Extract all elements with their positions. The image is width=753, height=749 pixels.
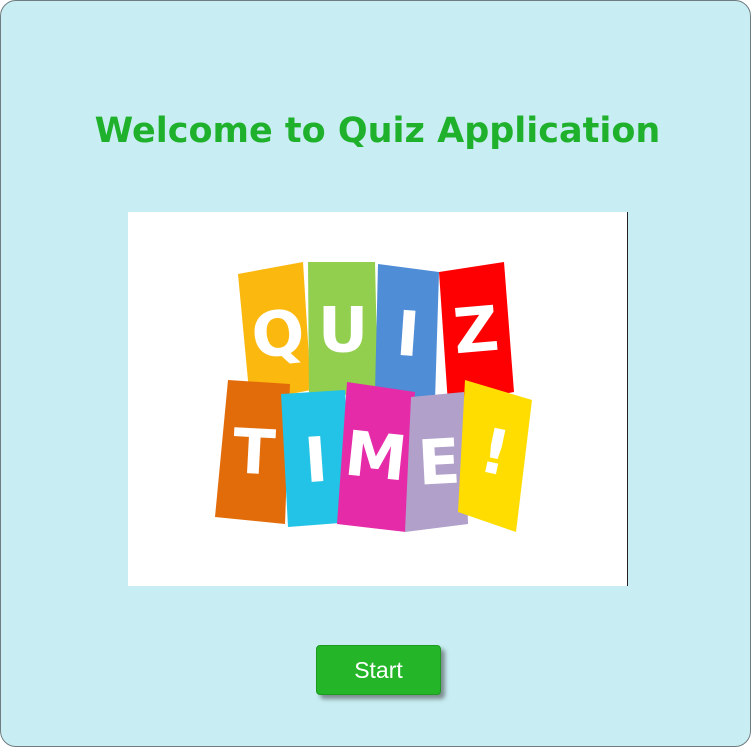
time-letter-1: T — [231, 414, 277, 489]
quiz-welcome-card: Welcome to Quiz Application QUIZ T I M E! S… — [0, 0, 751, 747]
quiz-time-image: QUIZ T I M E! — [128, 212, 628, 586]
time-letter-3: M — [342, 416, 411, 495]
start-button[interactable]: Start — [316, 645, 441, 695]
quiz-letter-1: Q — [248, 295, 308, 373]
quiz-letter-2: U — [318, 294, 368, 367]
quiz-time-graphic: QUIZ T I M E! — [215, 262, 532, 532]
page-title: Welcome to Quiz Application — [94, 111, 661, 151]
quiz-letter-4: Z — [450, 292, 501, 369]
time-letter-4: E — [416, 424, 462, 499]
